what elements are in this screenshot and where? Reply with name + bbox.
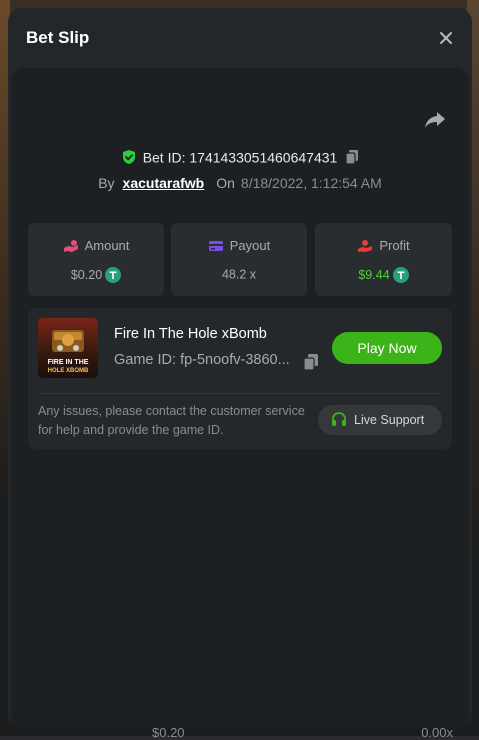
stat-label-row: Amount xyxy=(28,237,164,253)
bet-id-row: Bet ID: 1741433051460647431 xyxy=(11,148,469,165)
stat-card-profit: Profit $9.44 xyxy=(315,223,452,296)
game-card: FIRE IN THE HOLE XBOMB Fire In The Hole … xyxy=(28,308,452,449)
game-thumbnail[interactable]: FIRE IN THE HOLE XBOMB xyxy=(38,318,98,378)
play-now-button[interactable]: Play Now xyxy=(332,332,442,364)
share-icon xyxy=(425,112,445,128)
bet-id: Bet ID: 1741433051460647431 xyxy=(142,149,338,166)
game-id: Game ID: fp-5noofv-3860... xyxy=(114,352,290,368)
close-icon xyxy=(440,32,452,44)
copy-icon[interactable] xyxy=(345,149,359,165)
stat-label-row: Payout xyxy=(171,237,307,253)
modal-title: Bet Slip xyxy=(26,28,90,47)
stat-value-row: 48.2 x xyxy=(171,267,307,282)
stat-label: Amount xyxy=(84,238,130,254)
bet-meta-row: By xacutarafwb On 8/18/2022, 1:12:54 AM xyxy=(11,175,469,191)
stat-label: Profit xyxy=(379,238,410,254)
stats-row: Amount $0.20 Payout 48.2 x Profit $9.44 xyxy=(28,223,452,296)
share-button[interactable] xyxy=(423,110,447,130)
support-notice: Any issues, please contact the customer … xyxy=(38,404,305,437)
stat-card-payout: Payout 48.2 x xyxy=(171,223,307,296)
thumb-title-line2: HOLE XBOMB xyxy=(48,368,89,374)
live-support-label: Live Support xyxy=(354,413,425,427)
bet-date: 8/18/2022, 1:12:54 AM xyxy=(240,175,382,191)
by-label: By xyxy=(98,175,115,191)
thumb-title-line1: FIRE IN THE xyxy=(48,359,89,366)
modal-header: Bet Slip xyxy=(8,8,472,68)
game-thumbnail-art: FIRE IN THE HOLE XBOMB xyxy=(38,318,98,378)
stat-label: Payout xyxy=(229,238,271,254)
game-name[interactable]: Fire In The Hole xBomb xyxy=(114,326,267,342)
stat-card-amount: Amount $0.20 xyxy=(28,223,164,296)
coins-hand-icon xyxy=(63,239,78,252)
stat-value-row: $9.44 xyxy=(315,267,452,283)
shield-check-icon xyxy=(122,150,135,165)
hand-money-icon xyxy=(358,239,373,252)
card-icon xyxy=(208,240,223,251)
bet-slip-modal: Bet Slip Bet ID: 1741433051460647431 By x… xyxy=(8,8,472,728)
tether-token-icon xyxy=(105,267,122,283)
stat-value: $9.44 xyxy=(358,268,390,282)
stat-value: 48.2 x xyxy=(221,267,257,282)
username-link[interactable]: xacutarafwb xyxy=(123,175,205,191)
on-label: On xyxy=(216,175,235,191)
live-support-button[interactable]: Live Support xyxy=(318,405,442,435)
divider xyxy=(38,393,442,394)
stat-value: $0.20 xyxy=(70,268,103,282)
tether-token-icon xyxy=(392,267,409,283)
modal-body: Bet ID: 1741433051460647431 By xacutarafw… xyxy=(11,68,469,728)
close-button[interactable] xyxy=(436,28,456,48)
headset-icon xyxy=(332,412,346,426)
stat-value-row: $0.20 xyxy=(28,267,164,283)
stat-label-row: Profit xyxy=(315,237,452,253)
copy-icon[interactable] xyxy=(303,353,319,371)
